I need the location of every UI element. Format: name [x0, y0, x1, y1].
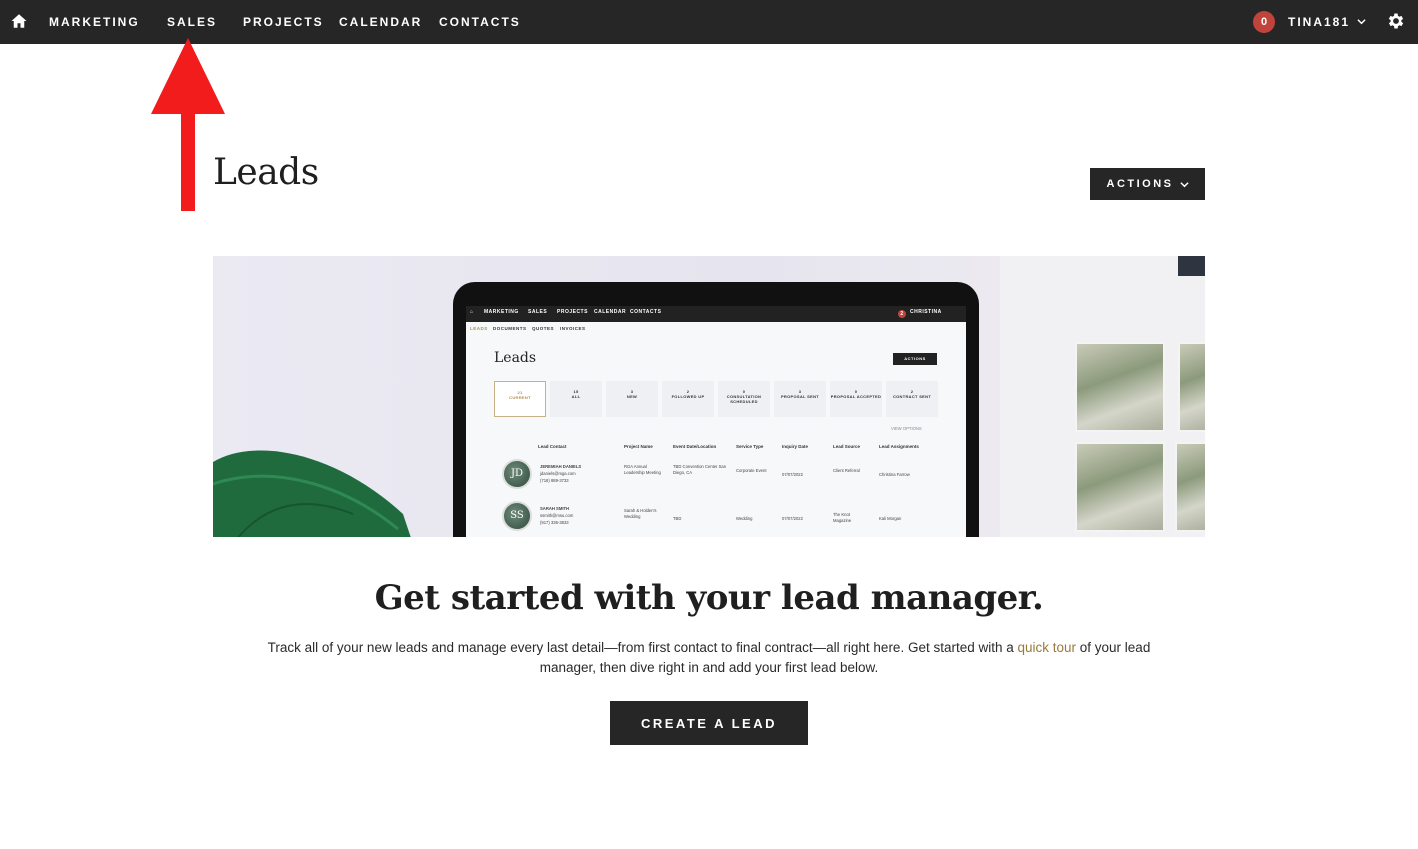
screen-nav-item: MARKETING [484, 309, 519, 315]
moodboard-photo [1075, 442, 1165, 532]
screen-cell: TBD Convention Center San Diego, CA [673, 464, 727, 475]
screen-subnav-item: QUOTES [532, 326, 555, 331]
screen-actions: ACTIONS [893, 353, 937, 365]
screen-subnav-item: LEADS [470, 326, 488, 331]
screen-cell: TBD [673, 516, 682, 521]
actions-button-label: ACTIONS [1106, 178, 1174, 190]
screen-user: CHRISTINA [910, 309, 942, 315]
hero-image: ⌂ MARKETING SALES PROJECTS CALENDAR CONT… [213, 256, 1205, 537]
screen-nav-item: SALES [528, 309, 548, 315]
screen-cell: Wedding [736, 516, 753, 521]
gear-icon[interactable] [1386, 11, 1406, 31]
hero-decor [1178, 256, 1205, 276]
nav-projects[interactable]: PROJECTS [243, 0, 324, 44]
screen-cell: The Knot Magazine [833, 512, 852, 523]
screen-status-card: 0 CONSULTATION SCHEDULED [718, 381, 770, 417]
nav-calendar[interactable]: CALENDAR [339, 0, 422, 44]
screen-cell: Christina Farrow [879, 472, 910, 477]
screen-subnav-item: INVOICES [560, 326, 586, 331]
screen-cell: RGA Annual Leadership Meeting [624, 464, 661, 475]
screen-avatar: JD [502, 459, 532, 489]
empty-state-headline: Get started with your lead manager. [374, 578, 1044, 618]
moodboard-photo [1075, 342, 1165, 432]
screen-cell: Client Referral [833, 468, 860, 473]
screen-col-header: Lead Contact [538, 444, 567, 449]
screen-cell: 07/07/2022 [782, 516, 803, 521]
quick-tour-link[interactable]: quick tour [1018, 640, 1077, 655]
screen-cell: Sarah & Holden's Wedding [624, 508, 657, 519]
screen-status-card: 3 NEW [606, 381, 658, 417]
screen-status-card: 21 CURRENT [494, 381, 546, 417]
screen-cell: JEREMIAH DANIELS [540, 464, 582, 469]
screen-col-header: Service Type [736, 444, 764, 449]
empty-state-description: Track all of your new leads and manage e… [250, 638, 1168, 678]
screen-cell: 07/07/2022 [782, 472, 803, 477]
screen-col-header: Event Date/Location [673, 444, 717, 449]
screen-title: Leads [494, 350, 537, 366]
screen-cell: (718) 889-3733 [540, 478, 569, 483]
screen-status-card: 2 FOLLOWED UP [662, 381, 714, 417]
screen-nav-item: CONTACTS [630, 309, 662, 315]
user-menu[interactable]: TINA181 [1288, 0, 1350, 44]
screen-avatar: SS [502, 501, 532, 531]
screen-nav-item: PROJECTS [557, 309, 588, 315]
screen-cell: Kali Morgan [879, 516, 902, 521]
nav-marketing[interactable]: MARKETING [49, 0, 140, 44]
screen-status-card: 15 ALL [550, 381, 602, 417]
screen-subnav-item: DOCUMENTS [493, 326, 527, 331]
screen-col-header: Lead Source [833, 444, 861, 449]
screen-status-card: 2 CONTRACT SENT [886, 381, 938, 417]
screen-col-header: Project Name [624, 444, 653, 449]
screen-nav-item: CALENDAR [594, 309, 627, 315]
page-title: Leads [213, 152, 319, 193]
home-icon[interactable] [10, 12, 28, 30]
actions-button[interactable]: ACTIONS [1090, 168, 1205, 200]
screen-cell: SARAH SMITH [540, 506, 570, 511]
screen-home-icon: ⌂ [470, 309, 474, 315]
moodboard-photo [1178, 342, 1205, 432]
laptop-screen: ⌂ MARKETING SALES PROJECTS CALENDAR CONT… [466, 306, 966, 537]
screen-view-options: VIEW OPTIONS [891, 426, 922, 431]
notification-badge[interactable]: 0 [1253, 11, 1275, 33]
chevron-down-icon [1357, 19, 1366, 25]
screen-cell: Corporate Event [736, 468, 767, 473]
screen-cell: (917) 336-3833 [540, 520, 569, 525]
screen-cell: ssmith@msu.com [540, 513, 574, 518]
nav-contacts[interactable]: CONTACTS [439, 0, 521, 44]
screen-status-card: 0 PROPOSAL ACCEPTED [830, 381, 882, 417]
description-text: Track all of your new leads and manage e… [267, 640, 1018, 655]
chevron-down-icon [1179, 181, 1189, 187]
screen-status-card: 3 PROPOSAL SENT [774, 381, 826, 417]
screen-col-header: Lead Assignments [879, 444, 919, 449]
screen-col-header: Inquiry Date [782, 444, 809, 449]
screen-badge: 2 [898, 310, 906, 318]
screen-cell: jdaniels@mga.com [540, 471, 576, 476]
moodboard-photo [1175, 442, 1205, 532]
leaf-illustration [213, 450, 411, 537]
create-lead-button[interactable]: CREATE A LEAD [610, 701, 808, 745]
